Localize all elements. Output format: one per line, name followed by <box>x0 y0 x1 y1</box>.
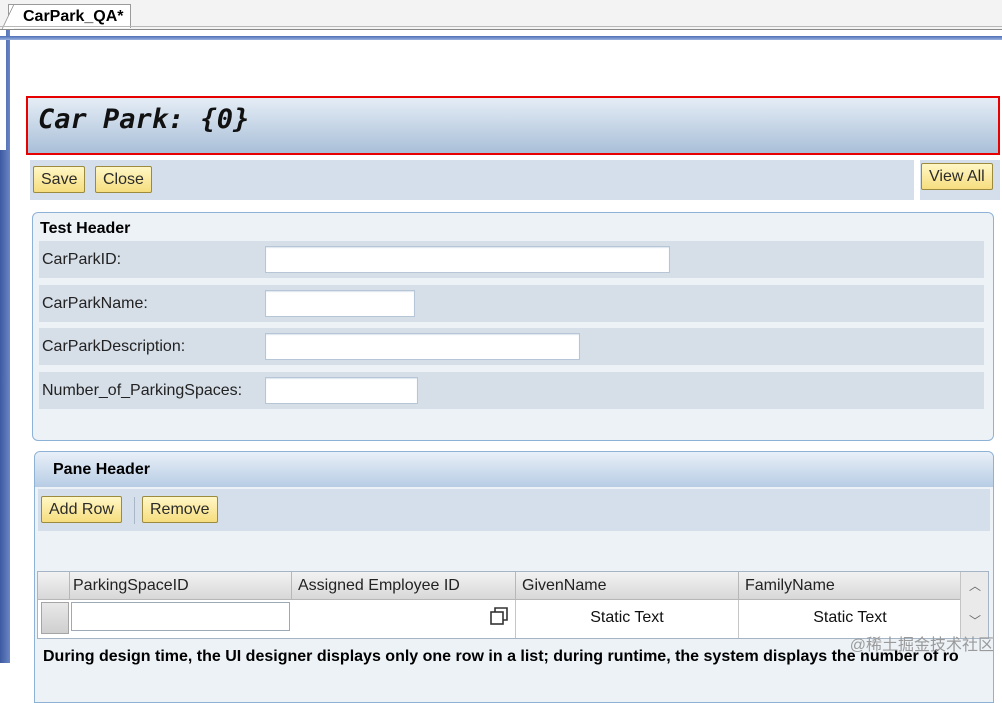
carparkdescription-label: CarParkDescription: <box>42 338 185 356</box>
row-selector[interactable] <box>41 602 69 634</box>
parking-space-table: ParkingSpaceID Assigned Employee ID Give… <box>37 571 989 639</box>
save-button[interactable]: Save <box>33 166 85 193</box>
page-title-band[interactable]: Car Park: {0} <box>26 96 1000 155</box>
pane-title: Pane Header <box>53 461 150 479</box>
chevron-down-icon[interactable]: ﹀ <box>965 610 985 632</box>
toolbar-divider <box>134 497 135 524</box>
field-row-carparkdescription: CarParkDescription: <box>39 328 984 365</box>
remove-button[interactable]: Remove <box>142 496 218 523</box>
row-selector-header <box>38 572 70 600</box>
parkingspaceid-cell-input[interactable] <box>71 602 290 631</box>
close-button[interactable]: Close <box>95 166 152 193</box>
pane-toolbar: Add Row Remove <box>38 489 990 531</box>
field-row-number-of-parkingspaces: Number_of_ParkingSpaces: <box>39 372 984 409</box>
givenname-cell: Static Text <box>516 600 739 638</box>
carparkdescription-input[interactable] <box>265 333 580 360</box>
column-header-parkingspaceid[interactable]: ParkingSpaceID <box>70 572 292 600</box>
carparkname-label: CarParkName: <box>42 295 148 313</box>
pane-header: Pane Header <box>35 452 993 487</box>
watermark: @稀土掘金技术社区 <box>850 631 994 655</box>
page-title: Car Park: {0} <box>38 104 249 135</box>
document-tabstrip: CarPark_QA* <box>0 0 1002 30</box>
chevron-up-icon[interactable]: ︿ <box>965 575 985 597</box>
field-row-carparkid: CarParkID: <box>39 241 984 278</box>
number-of-parkingspaces-label: Number_of_ParkingSpaces: <box>42 382 242 400</box>
pane-section: Pane Header Add Row Remove ParkingSpaceI… <box>34 451 994 703</box>
secondary-toolbar: View All <box>920 160 1000 200</box>
design-time-note: During design time, the UI designer disp… <box>43 648 987 666</box>
test-header-section: Test Header CarParkID: CarParkName: CarP… <box>32 212 994 441</box>
column-header-assigned-employee-id[interactable]: Assigned Employee ID <box>292 572 516 600</box>
field-row-carparkname: CarParkName: <box>39 285 984 322</box>
number-of-parkingspaces-input[interactable] <box>265 377 418 404</box>
designer-canvas: Car Park: {0} Save Close View All Test H… <box>10 40 1002 663</box>
column-header-familyname[interactable]: FamilyName <box>739 572 962 600</box>
carparkid-label: CarParkID: <box>42 251 121 269</box>
table-scrollbar[interactable]: ︿ ﹀ <box>960 572 988 638</box>
carparkid-input[interactable] <box>265 246 670 273</box>
main-toolbar: Save Close <box>30 160 914 200</box>
value-help-icon[interactable] <box>489 606 509 626</box>
left-frame-bar <box>0 30 10 663</box>
section-title: Test Header <box>40 220 130 238</box>
assigned-employee-id-cell[interactable] <box>292 600 516 638</box>
carparkname-input[interactable] <box>265 290 415 317</box>
add-row-button[interactable]: Add Row <box>41 496 122 523</box>
tab-carpark-qa[interactable]: CarPark_QA* <box>8 4 131 28</box>
view-all-button[interactable]: View All <box>921 163 993 190</box>
column-header-givenname[interactable]: GivenName <box>516 572 739 600</box>
